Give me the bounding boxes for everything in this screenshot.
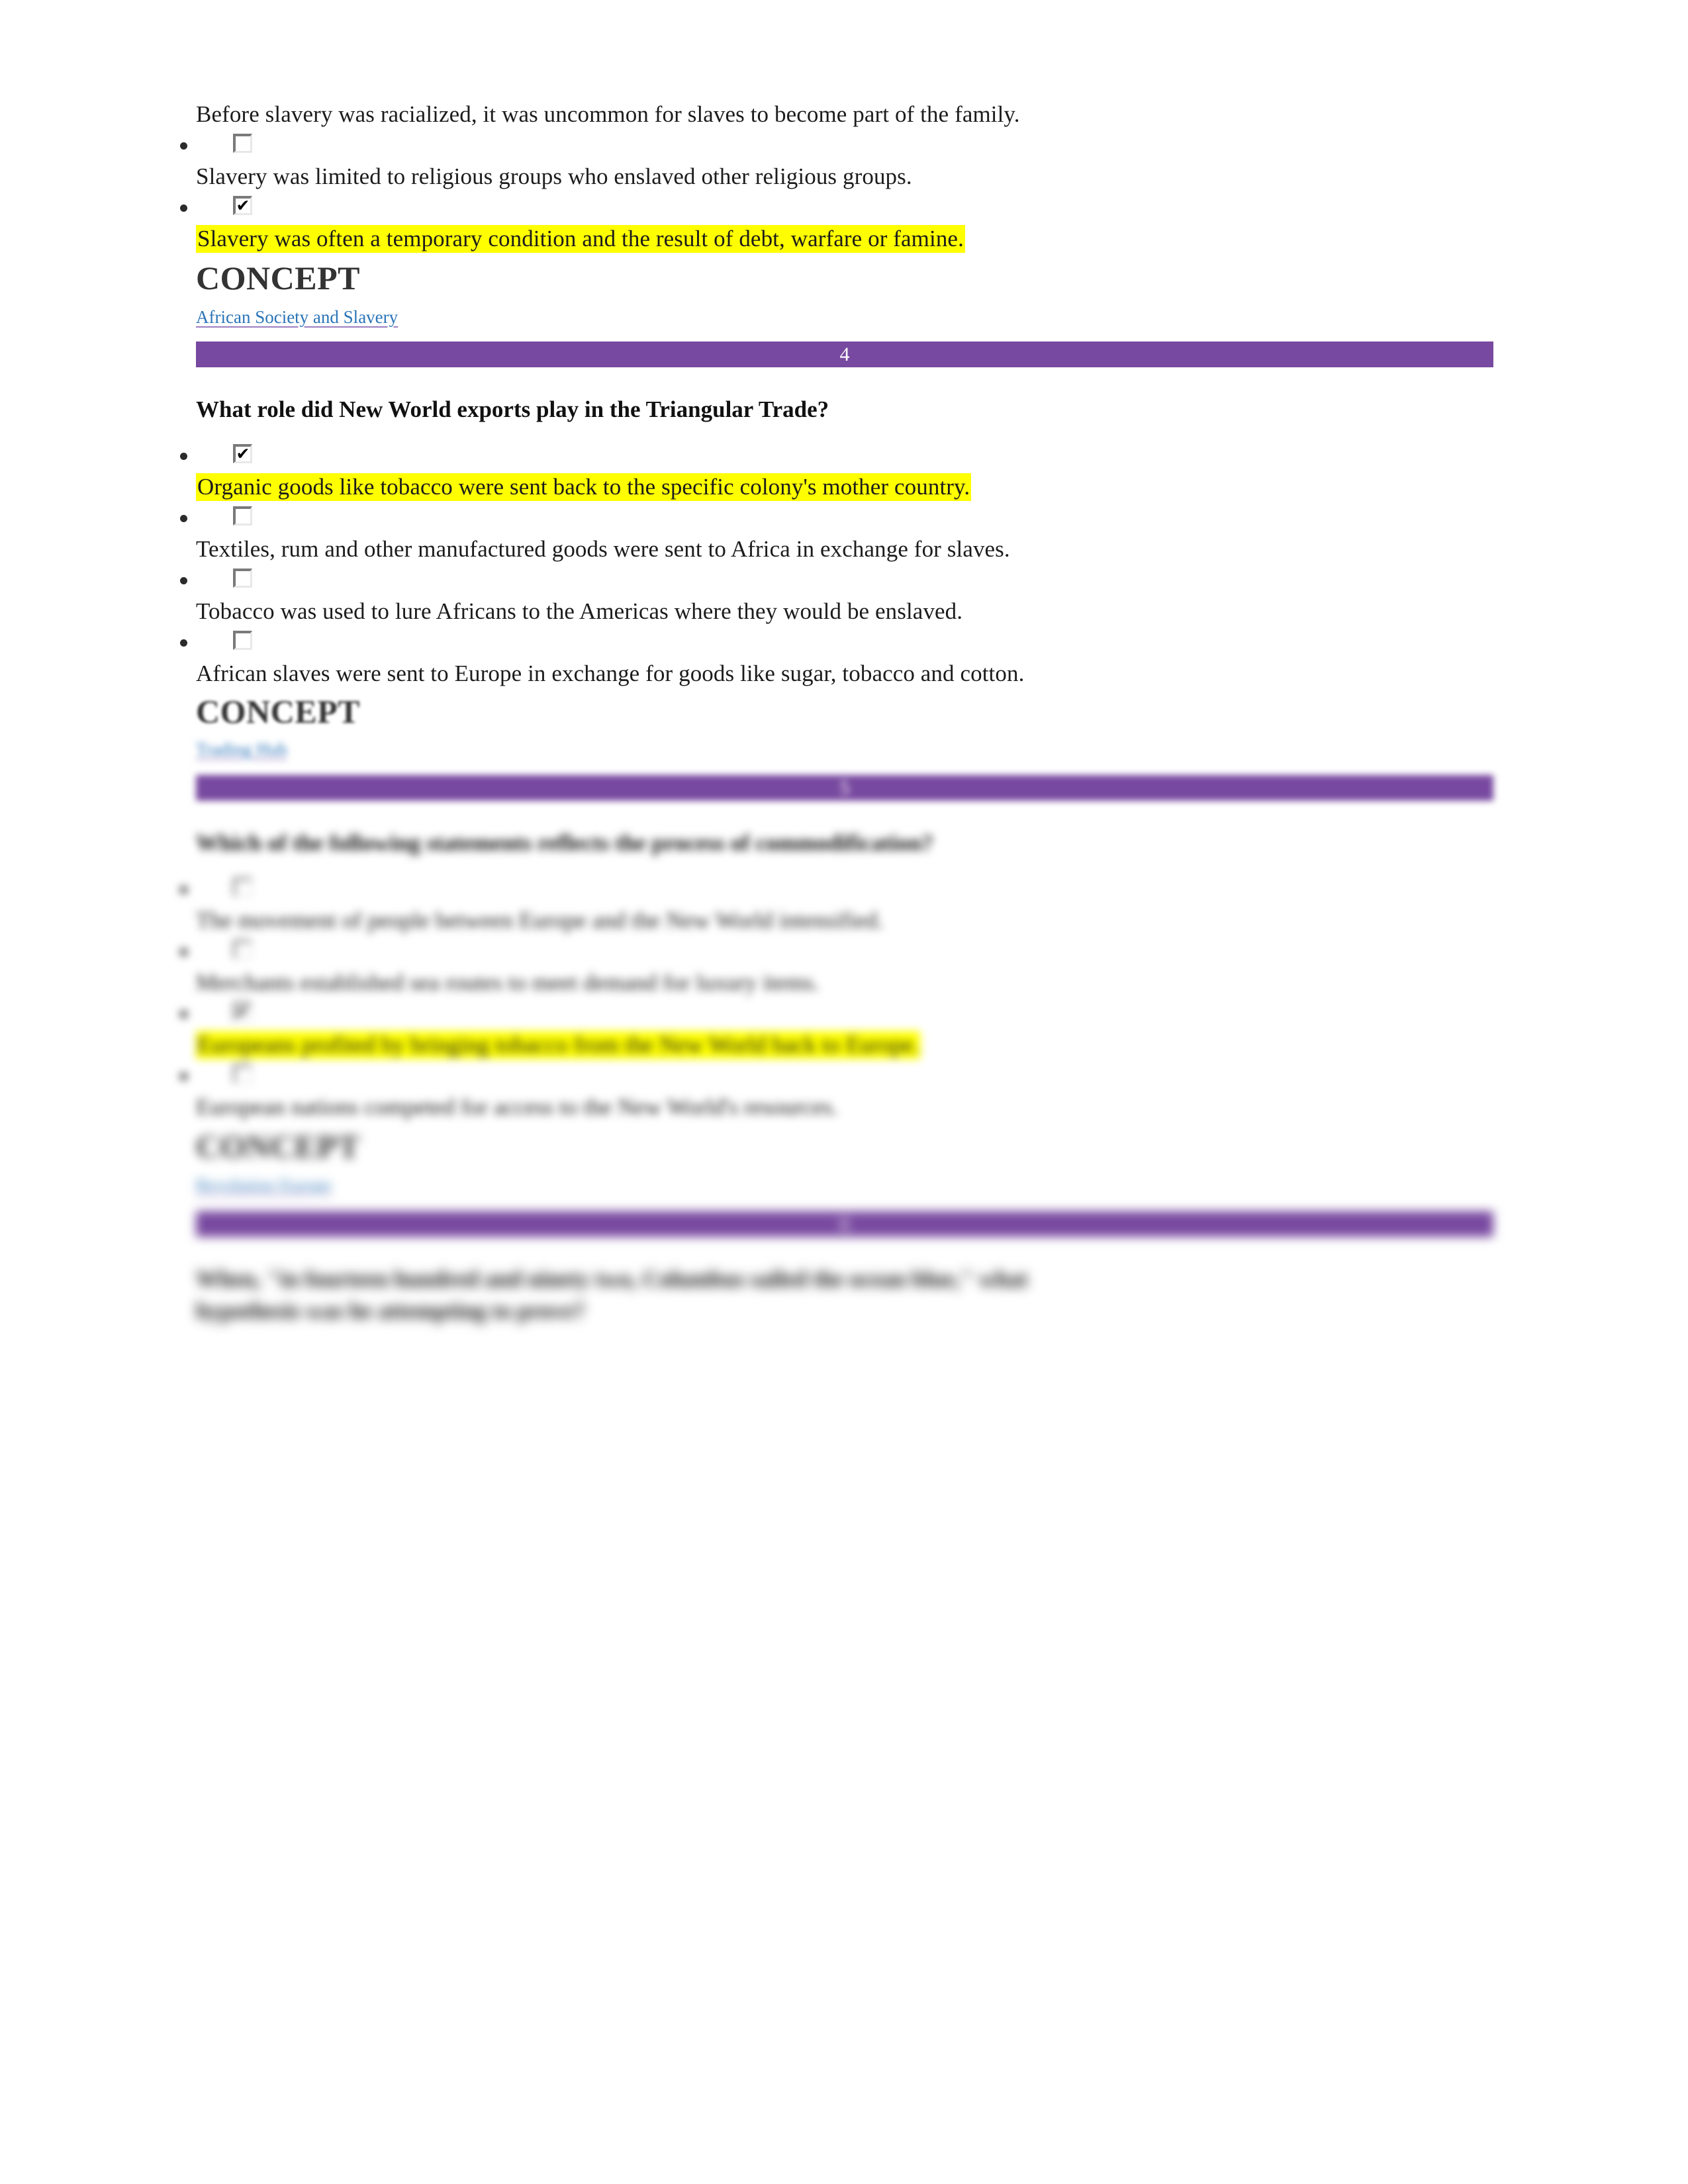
blurred-region-2: Trading Hub	[196, 738, 1493, 760]
checkbox-unchecked-icon[interactable]	[233, 569, 252, 588]
option-text: Tobacco was used to lure Africans to the…	[196, 598, 963, 624]
highlight-span: Slavery was often a temporary condition …	[196, 225, 965, 253]
option-row[interactable]	[180, 627, 1493, 659]
blurred-region-4: Which of the following statements reflec…	[196, 827, 1493, 859]
option-text-highlighted: Slavery was often a temporary condition …	[196, 224, 1493, 254]
document-page: Before slavery was racialized, it was un…	[0, 0, 1688, 2184]
option-row[interactable]	[180, 502, 1493, 534]
concept-link[interactable]: African Society and Slavery	[196, 307, 398, 327]
bullet-icon	[180, 948, 187, 956]
question-4-options: ✔ Organic goods like tobacco were sent b…	[180, 440, 1493, 689]
checkbox-unchecked-icon[interactable]	[233, 1064, 252, 1083]
checkbox-unchecked-icon[interactable]	[233, 631, 252, 650]
highlight-span: Organic goods like tobacco were sent bac…	[196, 473, 972, 501]
option-text: Slavery was limited to religious groups …	[196, 163, 912, 189]
blurred-region-3: 5	[196, 775, 1493, 801]
bullet-icon	[180, 577, 187, 584]
option-text: The movement of people between Europe an…	[196, 907, 884, 933]
question-number-banner: 4	[196, 341, 1493, 367]
option-text: Merchants established sea routes to meet…	[196, 970, 820, 995]
bullet-icon	[180, 1073, 187, 1080]
highlight-span: Europeans profited by bringing tobacco f…	[196, 1031, 921, 1059]
bullet-icon	[180, 142, 187, 150]
bullet-icon	[180, 886, 187, 893]
checkbox-checked-icon[interactable]: ✔	[233, 444, 252, 463]
question-number-banner: 6	[196, 1211, 1493, 1237]
option-text: European nations competed for access to …	[196, 1094, 838, 1120]
option-text-highlighted: Europeans profited by bringing tobacco f…	[196, 1030, 1493, 1060]
blurred-region-5: The movement of people between Europe an…	[180, 874, 1493, 1122]
concept-heading: CONCEPT	[196, 1128, 360, 1165]
checkbox-unchecked-icon[interactable]	[233, 940, 252, 959]
checkbox-unchecked-icon[interactable]	[233, 878, 252, 897]
blurred-region-9: When, "in fourteen hundred and ninety tw…	[196, 1263, 1493, 1327]
option-text: Before slavery was racialized, it was un…	[196, 101, 1020, 127]
option-text: Textiles, rum and other manufactured goo…	[196, 536, 1010, 562]
blurred-region-7: Revolution Europe	[196, 1174, 1493, 1197]
checkbox-unchecked-icon[interactable]	[233, 134, 252, 153]
option-row[interactable]: ✔	[180, 192, 1493, 224]
bullet-icon	[180, 1011, 187, 1018]
option-row[interactable]	[180, 936, 1493, 968]
question-3-options: Before slavery was racialized, it was un…	[180, 99, 1493, 254]
content-column: Before slavery was racialized, it was un…	[180, 0, 1493, 1327]
blurred-region-8: 6	[196, 1211, 1493, 1237]
question-prompt: What role did New World exports play in …	[196, 396, 829, 422]
bullet-icon	[180, 205, 187, 212]
option-text-highlighted: Organic goods like tobacco were sent bac…	[196, 472, 1493, 502]
blurred-region-6: CONCEPT	[196, 1126, 1493, 1166]
option-text: African slaves were sent to Europe in ex…	[196, 660, 1025, 686]
bullet-icon	[180, 515, 187, 522]
question-prompt-line-2: hypothesis was he attempting to prove?	[196, 1298, 585, 1324]
option-row[interactable]	[180, 130, 1493, 161]
option-row[interactable]	[180, 874, 1493, 905]
blurred-region-1: CONCEPT	[196, 692, 1493, 731]
checkbox-checked-icon[interactable]: ✔	[233, 196, 252, 215]
option-row[interactable]: ✔	[180, 998, 1493, 1030]
bullet-icon	[180, 639, 187, 647]
concept-heading: CONCEPT	[196, 693, 360, 730]
option-row[interactable]: ✔	[180, 440, 1493, 472]
option-row[interactable]	[180, 1060, 1493, 1092]
option-row[interactable]	[180, 565, 1493, 596]
checkbox-checked-icon[interactable]: ✔	[233, 1002, 252, 1021]
question-prompt-line-1: When, "in fourteen hundred and ninety tw…	[196, 1266, 1028, 1292]
question-prompt: Which of the following statements reflec…	[196, 830, 933, 856]
concept-heading: CONCEPT	[196, 259, 360, 296]
concept-link[interactable]: Trading Hub	[196, 739, 287, 759]
concept-link[interactable]: Revolution Europe	[196, 1175, 332, 1195]
bullet-icon	[180, 453, 187, 460]
question-number-banner: 5	[196, 775, 1493, 801]
checkbox-unchecked-icon[interactable]	[233, 506, 252, 525]
